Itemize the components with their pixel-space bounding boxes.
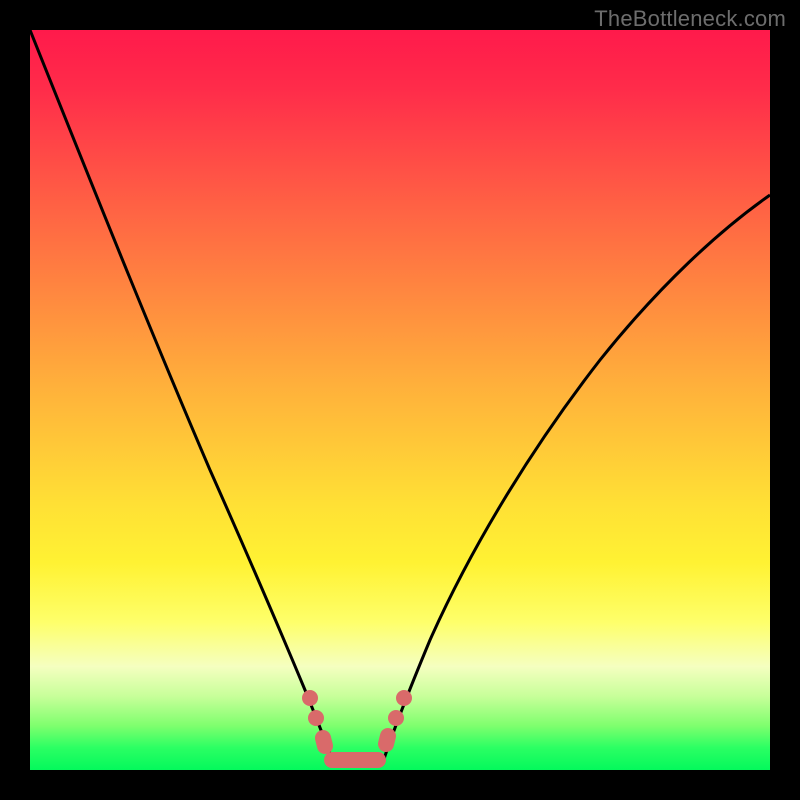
left-curve <box>30 30 334 765</box>
chart-frame: TheBottleneck.com <box>0 0 800 800</box>
curves-svg <box>30 30 770 770</box>
plot-area <box>30 30 770 770</box>
watermark-text: TheBottleneck.com <box>594 6 786 32</box>
valley-marker <box>310 698 404 760</box>
right-curve <box>382 195 770 765</box>
